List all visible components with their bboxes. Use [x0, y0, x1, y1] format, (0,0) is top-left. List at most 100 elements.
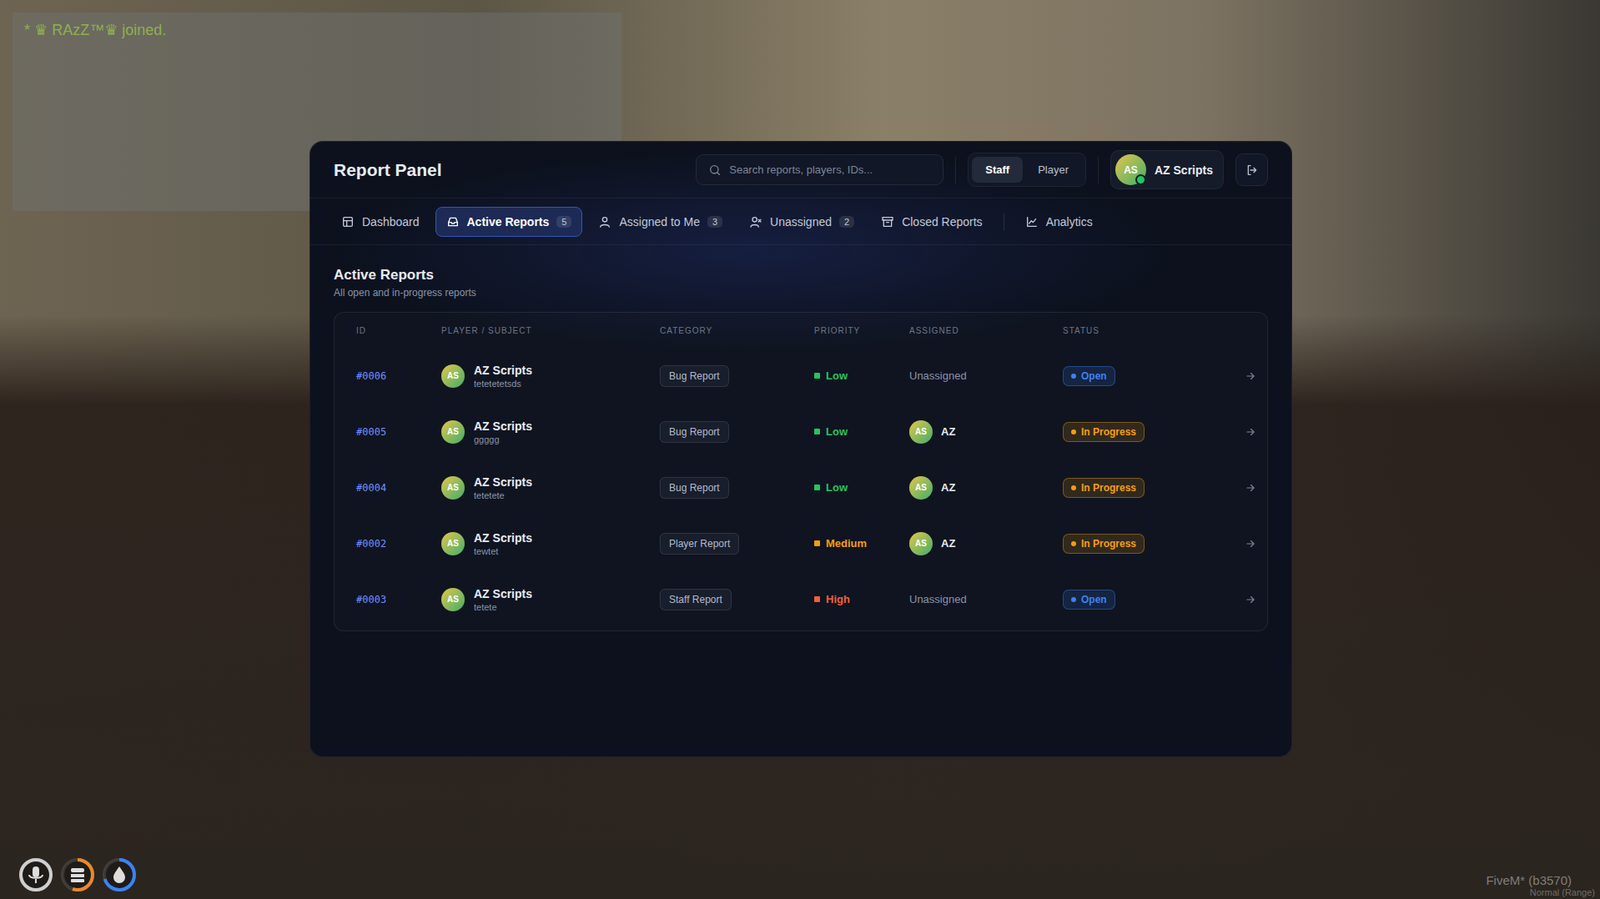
arrow-right-icon[interactable]: [1244, 482, 1257, 494]
userx-icon: [749, 215, 763, 229]
priority: Medium: [814, 537, 910, 550]
tab[interactable]: Assigned to Me 3: [587, 206, 734, 237]
arrow-right-icon[interactable]: [1244, 426, 1257, 438]
status-badge: In Progress: [1062, 477, 1145, 499]
logout-button[interactable]: [1235, 153, 1268, 187]
assignee-name: AZ: [940, 481, 956, 494]
tab[interactable]: Active Reports 5: [435, 206, 584, 237]
tab-count: 2: [839, 216, 855, 228]
search-placeholder: Search reports, players, IDs...: [729, 163, 873, 177]
player-name: AZ Scripts: [473, 363, 533, 378]
section-subtitle: All open and in-progress reports: [333, 286, 1268, 299]
tab-count: 5: [556, 216, 572, 228]
search-icon: [708, 163, 722, 177]
column-header: PRIORITY: [814, 326, 910, 336]
mode-button[interactable]: Staff: [971, 156, 1023, 183]
report-id: #0006: [356, 370, 442, 383]
category-tag: Bug Report: [659, 421, 730, 443]
tab-label: Dashboard: [362, 215, 420, 229]
table-row[interactable]: #0004 AS AZ Scripts tetetete Bug Report …: [334, 459, 1268, 516]
report-id: #0004: [356, 482, 442, 494]
table-row[interactable]: #0006 AS AZ Scripts tetetetetsds Bug Rep…: [334, 347, 1268, 404]
tab-label: Closed Reports: [901, 215, 983, 229]
unassigned-label: Unassigned: [909, 593, 967, 606]
panel-header: Report Panel Search reports, players, ID…: [310, 141, 1292, 199]
assigned-cell: AS AZ: [909, 476, 1063, 500]
player-cell: AS AZ Scripts ggggg: [441, 419, 660, 445]
priority: High: [814, 593, 910, 606]
chart-icon: [1025, 215, 1039, 229]
tab-bar: Dashboard Active Reports 5 Assigned to M…: [310, 198, 1292, 246]
player-name: AZ Scripts: [473, 475, 533, 489]
priority: Low: [814, 425, 910, 438]
table-row[interactable]: #0005 AS AZ Scripts ggggg Bug Report Low…: [334, 403, 1268, 460]
game-scene: * ♛ RAzZ™♛ joined. Report Panel Search r…: [0, 0, 1600, 899]
report-subject: tetete: [473, 602, 533, 613]
status-badge: In Progress: [1062, 533, 1145, 554]
mode-button[interactable]: Player: [1024, 156, 1082, 183]
table-row[interactable]: #0002 AS AZ Scripts tewtet Player Report…: [334, 515, 1268, 572]
content: Active Reports All open and in-progress …: [310, 245, 1292, 632]
report-subject: tewtet: [473, 546, 533, 557]
priority-dot: [814, 540, 821, 547]
tab-label: Active Reports: [467, 215, 550, 229]
arrow-right-icon[interactable]: [1244, 538, 1257, 550]
priority-dot: [814, 372, 821, 379]
dashboard-icon: [341, 215, 355, 229]
assigned-cell: AS AZ: [909, 532, 1063, 556]
armor-ring-icon: [59, 856, 96, 894]
user-avatar: AS: [1115, 154, 1147, 186]
logout-icon: [1245, 163, 1259, 177]
priority-dot: [814, 484, 821, 491]
arrow-right-icon[interactable]: [1244, 593, 1257, 606]
assignee-avatar: AS: [909, 420, 933, 444]
assignee-avatar: AS: [909, 532, 933, 556]
table-header: IDPLAYER / SUBJECTCATEGORYPRIORITYASSIGN…: [334, 312, 1268, 348]
table-row[interactable]: #0003 AS AZ Scripts tetete Staff Report …: [334, 571, 1268, 628]
tab-count: 3: [707, 216, 723, 228]
assigned-cell: AS AZ: [909, 420, 1063, 444]
online-dot: [1135, 174, 1147, 186]
priority: Low: [814, 481, 910, 494]
player-cell: AS AZ Scripts tetete: [441, 587, 660, 613]
player-avatar: AS: [441, 476, 465, 500]
category-tag: Bug Report: [659, 365, 730, 388]
water-ring-icon: [100, 856, 138, 894]
player-cell: AS AZ Scripts tetetete: [441, 475, 660, 501]
arrow-right-icon[interactable]: [1244, 370, 1257, 383]
status-badge: Open: [1062, 589, 1116, 610]
player-avatar: AS: [441, 532, 465, 556]
player-avatar: AS: [441, 588, 465, 612]
tab-label: Unassigned: [769, 215, 832, 229]
priority: Low: [814, 369, 910, 383]
search-field[interactable]: Search reports, players, IDs...: [695, 154, 944, 186]
status-badge: Open: [1062, 366, 1116, 387]
tab[interactable]: Unassigned 2: [738, 206, 866, 237]
priority-dot: [814, 596, 821, 603]
status-badge: In Progress: [1062, 422, 1145, 443]
report-id: #0003: [356, 593, 442, 606]
hud-indicator: [17, 856, 55, 894]
column-header: PLAYER / SUBJECT: [441, 326, 660, 336]
assigned-cell: Unassigned: [909, 593, 1063, 606]
tab[interactable]: Dashboard: [330, 206, 431, 237]
assignee-name: AZ: [940, 425, 956, 438]
player-cell: AS AZ Scripts tewtet: [441, 531, 660, 557]
assigned-cell: Unassigned: [909, 369, 1063, 383]
report-id: #0002: [356, 538, 442, 550]
report-subject: ggggg: [473, 434, 533, 445]
tab[interactable]: Closed Reports: [870, 206, 994, 237]
hud-indicator: [59, 856, 96, 894]
report-subject: tetetetetsds: [473, 378, 533, 389]
category-tag: Player Report: [659, 533, 740, 555]
unassigned-label: Unassigned: [909, 369, 967, 383]
build-label: FiveM* (b3570): [1485, 873, 1572, 888]
column-header: CATEGORY: [659, 326, 815, 336]
category-tag: Staff Report: [659, 588, 732, 611]
mode-toggle: StaffPlayer: [967, 152, 1087, 187]
tab[interactable]: Analytics: [1014, 206, 1104, 237]
player-cell: AS AZ Scripts tetetetetsds: [441, 363, 660, 389]
panel-title: Report Panel: [333, 160, 443, 181]
hud-indicator: [100, 856, 138, 894]
user-chip[interactable]: AS AZ Scripts: [1110, 150, 1224, 190]
